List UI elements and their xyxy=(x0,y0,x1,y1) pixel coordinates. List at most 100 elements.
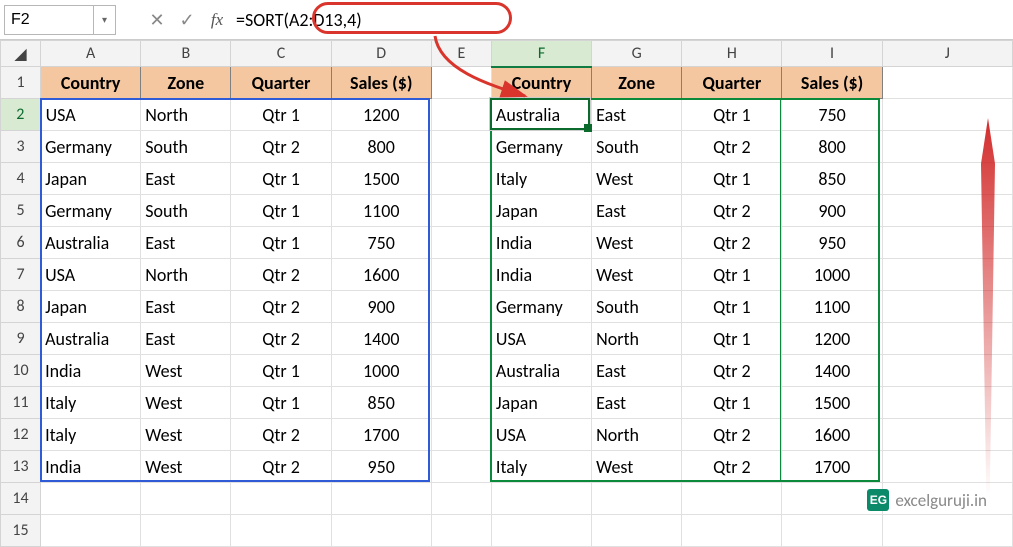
cell[interactable]: 900 xyxy=(782,195,882,227)
cell[interactable]: USA xyxy=(41,99,141,131)
cell[interactable]: 1100 xyxy=(331,195,431,227)
col-B[interactable]: B xyxy=(141,41,231,67)
cell[interactable]: Australia xyxy=(491,99,591,131)
cell[interactable]: USA xyxy=(41,259,141,291)
cell[interactable] xyxy=(431,387,491,419)
cell[interactable]: East xyxy=(592,387,682,419)
cell[interactable]: North xyxy=(141,259,231,291)
cell[interactable]: 1200 xyxy=(782,323,882,355)
col-F[interactable]: F xyxy=(491,41,591,67)
cell[interactable]: South xyxy=(592,131,682,163)
cell[interactable]: 1000 xyxy=(331,355,431,387)
cell[interactable]: West xyxy=(141,387,231,419)
cell[interactable] xyxy=(431,99,491,131)
cell[interactable]: Qtr 2 xyxy=(682,419,782,451)
row-header-4[interactable]: 4 xyxy=(1,163,41,195)
col-G[interactable]: G xyxy=(592,41,682,67)
cell[interactable]: Qtr 1 xyxy=(682,259,782,291)
cell[interactable] xyxy=(491,483,591,515)
cell[interactable]: Japan xyxy=(491,195,591,227)
cell[interactable]: Qtr 2 xyxy=(682,131,782,163)
cell[interactable]: Qtr 1 xyxy=(682,163,782,195)
cell[interactable] xyxy=(431,259,491,291)
cell[interactable] xyxy=(682,483,782,515)
cell[interactable] xyxy=(882,515,1012,547)
cell[interactable]: 1500 xyxy=(331,163,431,195)
cell[interactable]: 1700 xyxy=(782,451,882,483)
cell[interactable]: USA xyxy=(491,323,591,355)
col-C[interactable]: C xyxy=(231,41,331,67)
worksheet[interactable]: ◢ A B C D E F G H I J 1CountryZoneQuarte… xyxy=(0,40,1013,547)
cell[interactable]: 1400 xyxy=(331,323,431,355)
row-header-5[interactable]: 5 xyxy=(1,195,41,227)
cell[interactable] xyxy=(431,227,491,259)
cell[interactable]: Australia xyxy=(41,227,141,259)
cell[interactable]: South xyxy=(592,291,682,323)
row-header-6[interactable]: 6 xyxy=(1,227,41,259)
cell[interactable]: Qtr 2 xyxy=(231,131,331,163)
cell[interactable]: South xyxy=(141,131,231,163)
cell[interactable]: Qtr 1 xyxy=(682,291,782,323)
cell[interactable]: 1600 xyxy=(782,419,882,451)
cell[interactable] xyxy=(431,419,491,451)
row-header-1[interactable]: 1 xyxy=(1,67,41,99)
cell[interactable] xyxy=(431,515,491,547)
cell[interactable] xyxy=(431,131,491,163)
cell[interactable]: Qtr 2 xyxy=(231,419,331,451)
cell[interactable]: USA xyxy=(491,419,591,451)
cell[interactable]: Germany xyxy=(491,291,591,323)
cell[interactable]: East xyxy=(141,227,231,259)
cell[interactable]: Qtr 2 xyxy=(682,355,782,387)
cell[interactable]: Qtr 1 xyxy=(231,163,331,195)
cell[interactable]: South xyxy=(141,195,231,227)
select-all-corner[interactable]: ◢ xyxy=(1,41,41,67)
cell[interactable]: Qtr 1 xyxy=(682,387,782,419)
cell[interactable] xyxy=(491,515,591,547)
hdr-zone[interactable]: Zone xyxy=(141,67,231,99)
cell[interactable] xyxy=(431,291,491,323)
cell[interactable]: West xyxy=(592,227,682,259)
cell[interactable]: West xyxy=(141,451,231,483)
cell[interactable] xyxy=(882,451,1012,483)
cell[interactable] xyxy=(682,515,782,547)
cell[interactable]: India xyxy=(491,227,591,259)
cell[interactable]: 950 xyxy=(782,227,882,259)
cell[interactable]: 800 xyxy=(331,131,431,163)
cell[interactable]: 750 xyxy=(782,99,882,131)
cell[interactable]: Qtr 1 xyxy=(231,387,331,419)
cell[interactable]: Qtr 1 xyxy=(682,99,782,131)
row-header-8[interactable]: 8 xyxy=(1,291,41,323)
cell[interactable]: Qtr 2 xyxy=(682,227,782,259)
cell[interactable]: Qtr 1 xyxy=(231,99,331,131)
cell[interactable] xyxy=(141,483,231,515)
row-header-10[interactable]: 10 xyxy=(1,355,41,387)
cell[interactable] xyxy=(882,419,1012,451)
cell[interactable]: 1500 xyxy=(782,387,882,419)
cell[interactable]: Qtr 1 xyxy=(231,227,331,259)
cell[interactable] xyxy=(41,515,141,547)
hdr-quarter-r[interactable]: Quarter xyxy=(682,67,782,99)
cell[interactable]: 1400 xyxy=(782,355,882,387)
cell[interactable]: Germany xyxy=(41,195,141,227)
row-header-9[interactable]: 9 xyxy=(1,323,41,355)
col-H[interactable]: H xyxy=(682,41,782,67)
cell[interactable] xyxy=(331,483,431,515)
cell[interactable]: Italy xyxy=(41,419,141,451)
cell[interactable]: 750 xyxy=(331,227,431,259)
cell[interactable] xyxy=(231,483,331,515)
cell[interactable]: Qtr 1 xyxy=(682,323,782,355)
cell[interactable]: 1600 xyxy=(331,259,431,291)
cell[interactable] xyxy=(431,355,491,387)
cell[interactable]: 1200 xyxy=(331,99,431,131)
cell[interactable]: 850 xyxy=(782,163,882,195)
cell[interactable]: Australia xyxy=(41,323,141,355)
cell[interactable]: Germany xyxy=(41,131,141,163)
cell[interactable]: East xyxy=(141,323,231,355)
cell[interactable]: East xyxy=(141,163,231,195)
cell[interactable] xyxy=(431,195,491,227)
cell[interactable] xyxy=(882,355,1012,387)
cell[interactable] xyxy=(231,515,331,547)
cell[interactable]: 850 xyxy=(331,387,431,419)
cell[interactable]: West xyxy=(141,355,231,387)
row-header-13[interactable]: 13 xyxy=(1,451,41,483)
